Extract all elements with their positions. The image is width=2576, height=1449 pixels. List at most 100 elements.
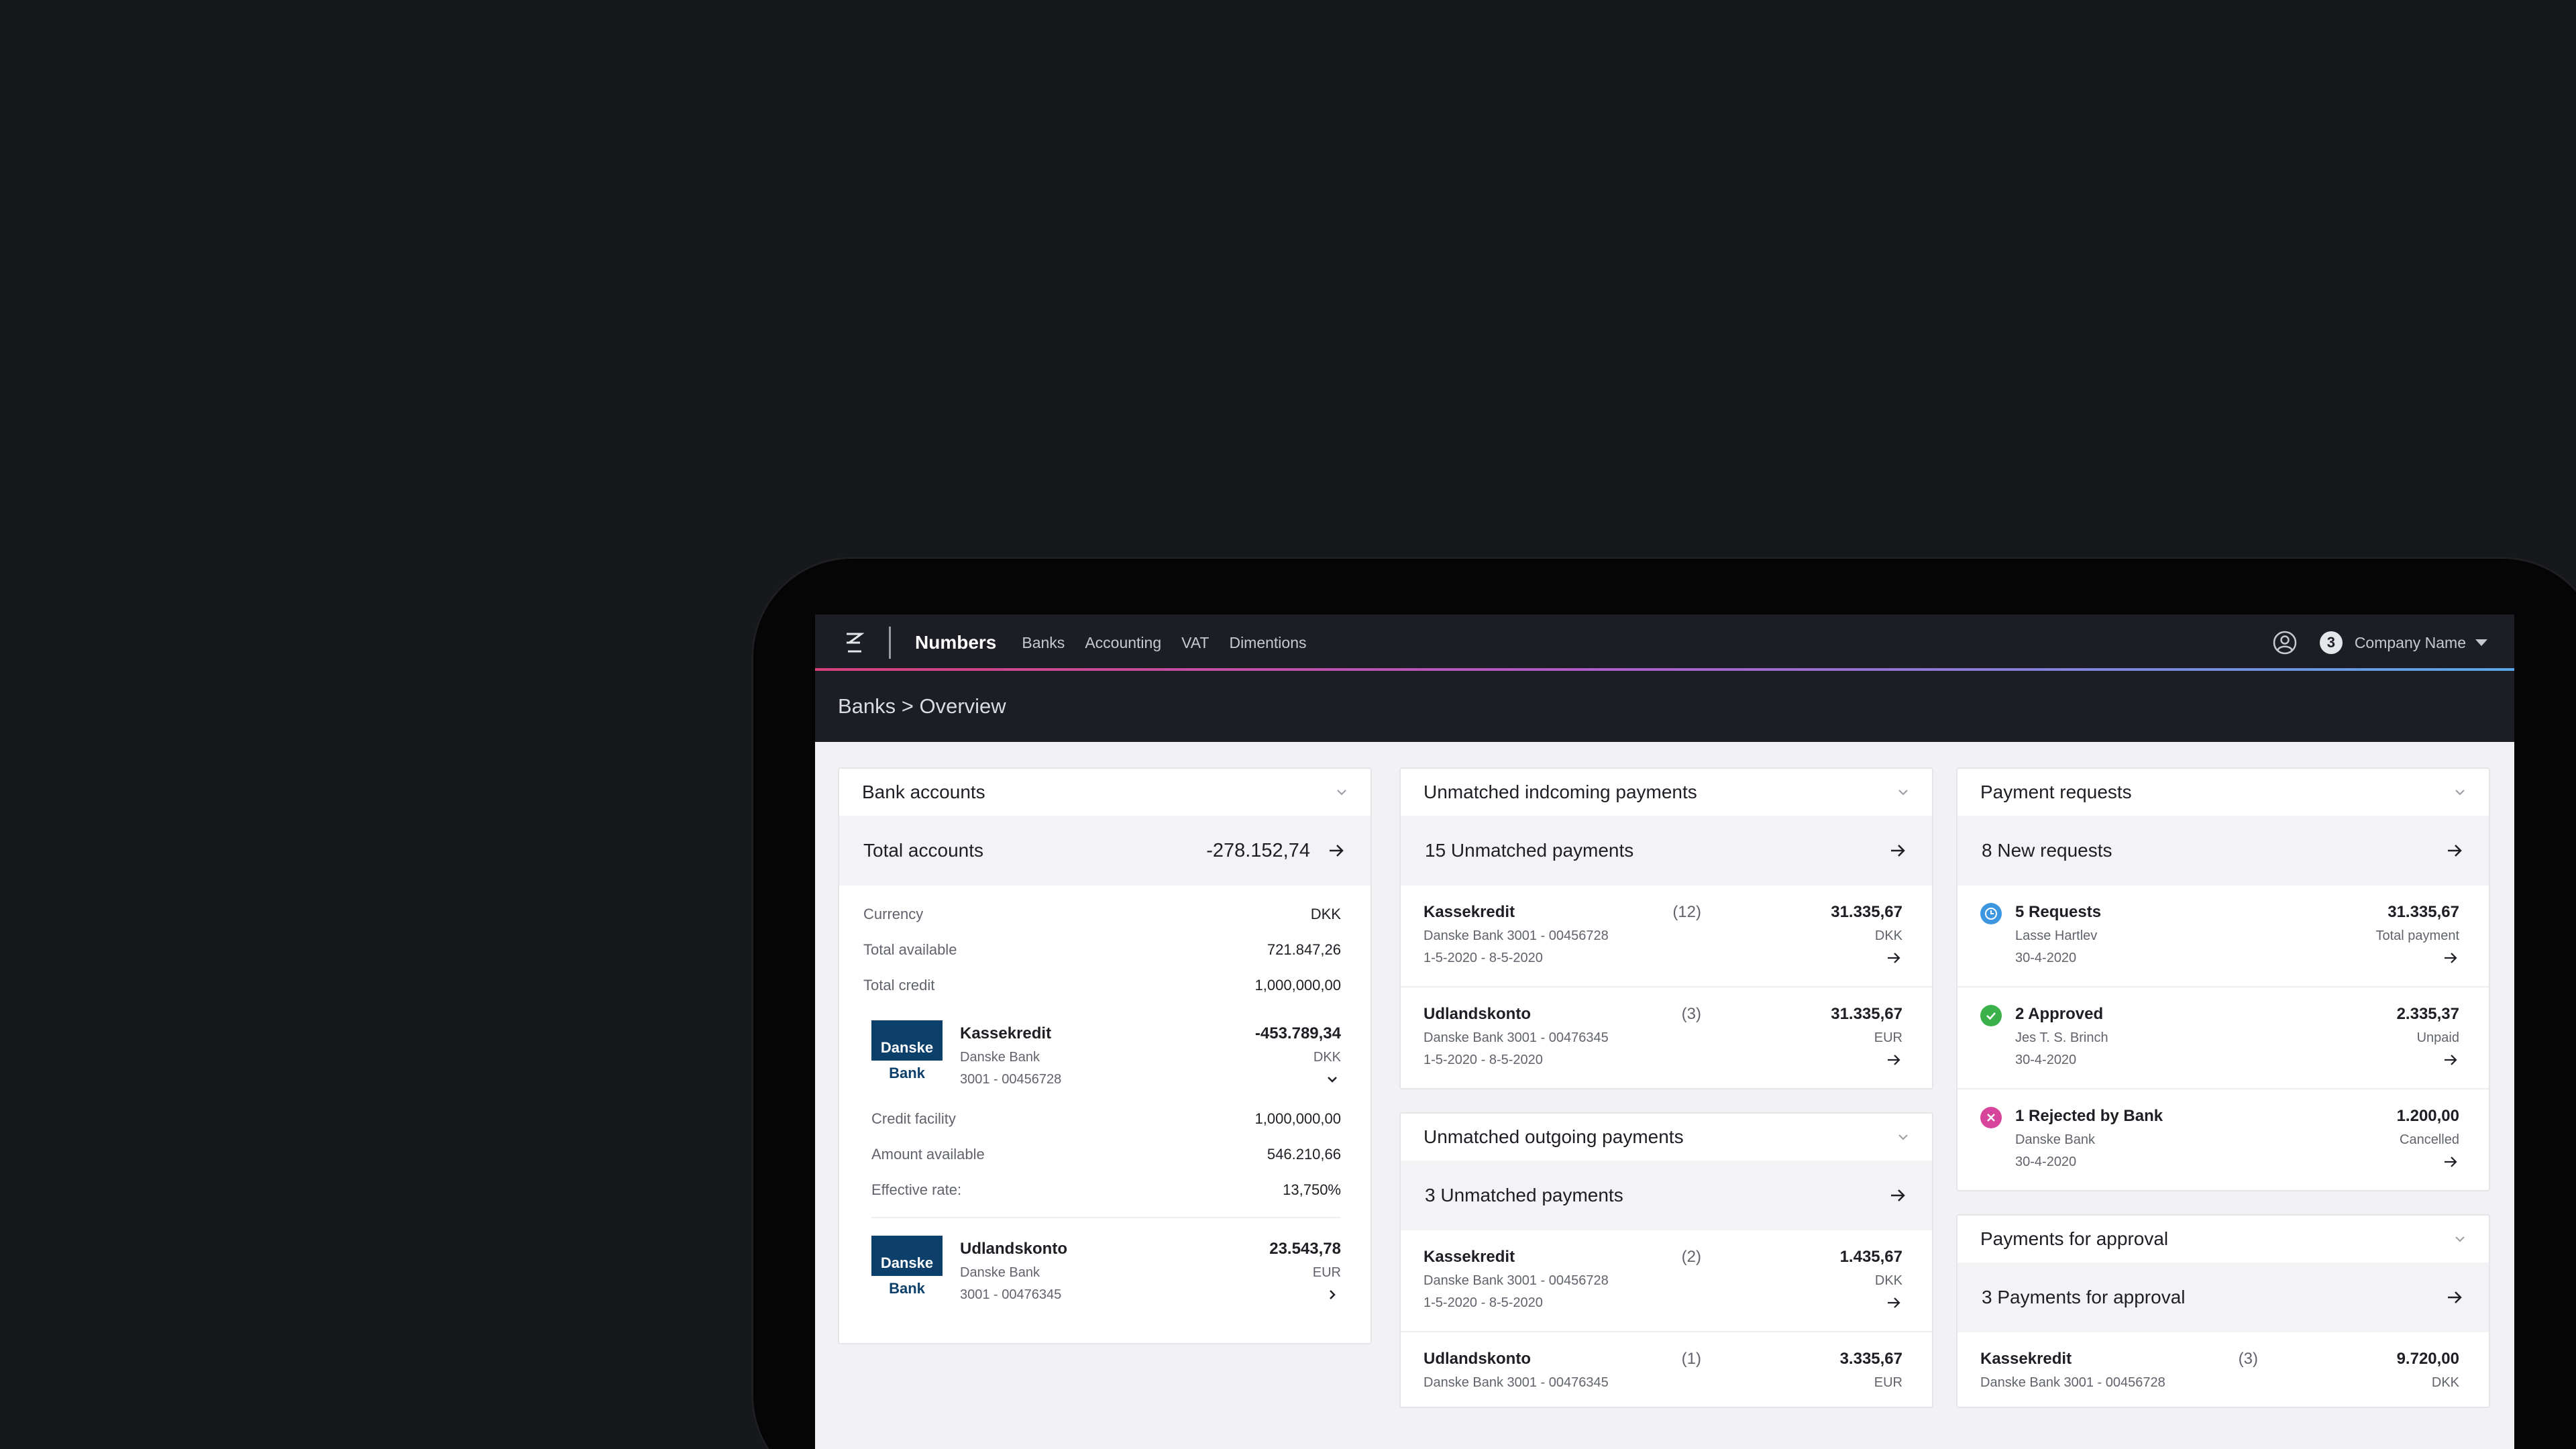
arrow-right-icon[interactable] (1885, 1294, 1902, 1311)
summary-label: 3 Unmatched payments (1425, 1185, 1623, 1205)
app-screen: Numbers Banks Accounting VAT Dimentions … (815, 614, 2514, 1449)
account-amount: -453.789,34 (1254, 1024, 1341, 1042)
row-amount: 31.335,67 (1831, 1005, 1902, 1023)
notification-badge[interactable]: 3 (2319, 631, 2343, 654)
arrow-right-icon[interactable] (2442, 949, 2459, 967)
caret-down-icon[interactable] (2475, 639, 2487, 646)
account-detail-row: Effective rate: 13,750% (839, 1172, 1371, 1208)
list-item[interactable]: 5 Requests Lasse Hartlev 30-4-2020 31.33… (1957, 885, 2489, 987)
row-amount: 1.200,00 (2396, 1107, 2459, 1125)
chevron-right-icon[interactable] (1324, 1286, 1341, 1303)
row-name: Kassekredit (1980, 1350, 2072, 1368)
nav-link-banks[interactable]: Banks (1022, 634, 1065, 652)
detail-row: Total credit 1,000,000,00 (839, 967, 1371, 1003)
account-name: Kassekredit (960, 1024, 1052, 1042)
summary-label: 15 Unmatched payments (1425, 840, 1634, 861)
chevron-down-icon[interactable] (1324, 1071, 1341, 1088)
requests-summary-row[interactable]: 8 New requests (1957, 816, 2489, 885)
row-name: 1 Rejected by Bank (2015, 1107, 2163, 1125)
list-item[interactable]: Kassekredit Danske Bank 3001 - 00456728 … (1401, 885, 1932, 987)
card-header[interactable]: Payments for approval (1957, 1216, 2489, 1263)
nav-link-accounting[interactable]: Accounting (1085, 634, 1161, 652)
incoming-payments-card: Unmatched indcoming payments 15 Unmatche… (1399, 767, 1933, 1089)
card-title: Unmatched indcoming payments (1424, 782, 1697, 802)
row-sub: Danske Bank 3001 - 00456728 (1980, 1375, 2165, 1390)
summary-label: Total accounts (863, 840, 983, 861)
detail-label: Total available (863, 941, 957, 958)
row-count: (2) (1681, 1248, 1701, 1266)
card-header[interactable]: Unmatched outgoing payments (1401, 1114, 1932, 1161)
nav-link-vat[interactable]: VAT (1181, 634, 1209, 652)
arrow-right-icon[interactable] (1888, 1185, 1908, 1205)
row-currency: EUR (1874, 1375, 1902, 1390)
account-detail-row: Credit facility 1,000,000,00 (839, 1101, 1371, 1136)
app-logo-icon[interactable] (839, 628, 869, 657)
payments-for-approval-card: Payments for approval 3 Payments for app… (1956, 1214, 2490, 1408)
chevron-down-icon[interactable] (1896, 1130, 1911, 1144)
list-item[interactable]: 2 Approved Jes T. S. Brinch 30-4-2020 2.… (1957, 987, 2489, 1089)
user-icon[interactable] (2271, 629, 2298, 656)
row-amount: 31.335,67 (2387, 903, 2459, 921)
breadcrumb[interactable]: Banks > Overview (838, 694, 1006, 718)
card-header[interactable]: Payment requests (1957, 769, 2489, 816)
card-header[interactable]: Unmatched indcoming payments (1401, 769, 1932, 816)
arrow-right-icon[interactable] (2445, 841, 2465, 861)
card-title: Payments for approval (1980, 1228, 2169, 1249)
account-item[interactable]: Danske Bank Kassekredit Danske Bank 3001… (839, 1003, 1371, 1093)
top-nav: Numbers Banks Accounting VAT Dimentions … (815, 614, 2514, 671)
chevron-down-icon[interactable] (2453, 1232, 2467, 1246)
total-accounts-row[interactable]: Total accounts -278.152,74 (839, 816, 1371, 885)
approval-summary-row[interactable]: 3 Payments for approval (1957, 1263, 2489, 1332)
list-item[interactable]: Udlandskonto Danske Bank 3001 - 00476345… (1401, 987, 1932, 1088)
row-currency: DKK (1874, 1273, 1902, 1288)
detail-label: Effective rate: (871, 1181, 962, 1198)
row-count: (3) (1681, 1005, 1701, 1023)
row-dates: 1-5-2020 - 8-5-2020 (1424, 1295, 1543, 1310)
list-item[interactable]: Udlandskonto Danske Bank 3001 - 00476345… (1401, 1332, 1932, 1407)
arrow-right-icon[interactable] (2445, 1287, 2465, 1307)
summary-label: 3 Payments for approval (1982, 1287, 2186, 1307)
unmatched-summary-row[interactable]: 15 Unmatched payments (1401, 816, 1932, 885)
row-count: (12) (1672, 903, 1701, 921)
arrow-right-icon[interactable] (1885, 1051, 1902, 1069)
row-note: Cancelled (2400, 1132, 2459, 1147)
row-date: 30-4-2020 (2015, 951, 2077, 965)
row-amount: 2.335,37 (2396, 1005, 2459, 1023)
row-amount: 31.335,67 (1831, 903, 1902, 921)
list-item[interactable]: Kassekredit Danske Bank 3001 - 00456728 … (1957, 1332, 2489, 1407)
arrow-right-icon[interactable] (1326, 841, 1346, 861)
account-bank: Danske Bank (960, 1265, 1040, 1280)
row-amount: 3.335,67 (1839, 1350, 1902, 1368)
detail-label: Amount available (871, 1145, 985, 1163)
nav-link-dimentions[interactable]: Dimentions (1229, 634, 1306, 652)
row-date: 30-4-2020 (2015, 1155, 2077, 1169)
arrow-right-icon[interactable] (2442, 1051, 2459, 1069)
company-selector[interactable]: Company Name (2355, 634, 2466, 652)
list-item[interactable]: 1 Rejected by Bank Danske Bank 30-4-2020… (1957, 1089, 2489, 1190)
outgoing-payments-card: Unmatched outgoing payments 3 Unmatched … (1399, 1112, 1933, 1408)
chevron-down-icon[interactable] (1896, 785, 1911, 800)
row-name: 5 Requests (2015, 903, 2102, 921)
chevron-down-icon[interactable] (1334, 785, 1349, 800)
card-header[interactable]: Bank accounts (839, 769, 1371, 816)
row-name: Kassekredit (1424, 903, 1515, 921)
list-item[interactable]: Kassekredit Danske Bank 3001 - 00456728 … (1401, 1230, 1932, 1332)
detail-label: Total credit (863, 976, 935, 994)
arrow-right-icon[interactable] (2442, 1153, 2459, 1171)
row-sub: Jes T. S. Brinch (2015, 1030, 2108, 1045)
column-requests: Payment requests 8 New requests 5 Reques… (1956, 767, 2490, 1431)
brand-name[interactable]: Numbers (915, 632, 996, 653)
chevron-down-icon[interactable] (2453, 785, 2467, 800)
row-currency: EUR (1874, 1030, 1902, 1045)
row-sub: Danske Bank (2015, 1132, 2095, 1147)
payment-requests-card: Payment requests 8 New requests 5 Reques… (1956, 767, 2490, 1191)
logo-divider (889, 627, 891, 659)
account-currency: EUR (1312, 1265, 1341, 1280)
account-item[interactable]: Danske Bank Udlandskonto Danske Bank 300… (839, 1218, 1371, 1343)
detail-value: 721.847,26 (1267, 941, 1341, 958)
arrow-right-icon[interactable] (1888, 841, 1908, 861)
detail-row: Currency DKK (839, 896, 1371, 932)
arrow-right-icon[interactable] (1885, 949, 1902, 967)
unmatched-summary-row[interactable]: 3 Unmatched payments (1401, 1161, 1932, 1230)
summary-value: -278.152,74 (1206, 839, 1310, 861)
